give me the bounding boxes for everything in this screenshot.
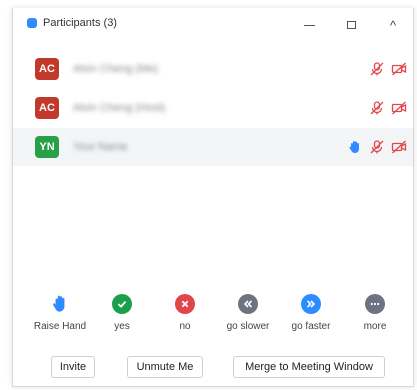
go-slower-button[interactable]: go slower bbox=[213, 294, 283, 332]
app-icon bbox=[27, 18, 37, 28]
mic-muted-icon[interactable] bbox=[369, 61, 385, 77]
reaction-label: go faster bbox=[291, 321, 331, 332]
participant-row[interactable]: AC Alvin Cheng (Host) bbox=[13, 89, 413, 127]
mic-muted-icon[interactable] bbox=[369, 100, 385, 116]
window-title-text: Participants (3) bbox=[43, 17, 117, 29]
bottom-toolbar: Invite Unmute Me Merge to Meeting Window bbox=[13, 356, 413, 380]
participant-row[interactable]: YN Your Name bbox=[13, 128, 413, 166]
raise-hand-button[interactable]: Raise Hand bbox=[25, 294, 95, 332]
merge-to-meeting-window-button[interactable]: Merge to Meeting Window bbox=[233, 356, 385, 378]
participant-list: AC Alvin Cheng (Me) AC Alvin Cheng (Host… bbox=[13, 50, 413, 167]
reaction-label: Raise Hand bbox=[33, 321, 87, 332]
reaction-label: go slower bbox=[226, 321, 270, 332]
minimize-button[interactable] bbox=[301, 18, 317, 32]
x-icon bbox=[175, 294, 195, 314]
participant-status-icons bbox=[369, 61, 407, 77]
invite-button[interactable]: Invite bbox=[51, 356, 95, 378]
more-button[interactable]: more bbox=[340, 294, 410, 332]
reaction-label: more bbox=[363, 321, 387, 332]
more-icon bbox=[365, 294, 385, 314]
go-faster-button[interactable]: go faster bbox=[276, 294, 346, 332]
window-title: Participants (3) bbox=[27, 17, 117, 29]
title-bar: Participants (3) ^ bbox=[13, 8, 413, 36]
rewind-icon bbox=[238, 294, 258, 314]
mic-muted-icon[interactable] bbox=[369, 139, 385, 155]
yes-button[interactable]: yes bbox=[87, 294, 157, 332]
no-button[interactable]: no bbox=[150, 294, 220, 332]
reaction-label: yes bbox=[114, 321, 130, 332]
maximize-button[interactable] bbox=[343, 18, 359, 32]
reaction-bar: Raise Hand yes no go slower go faster mo… bbox=[13, 294, 413, 344]
check-icon bbox=[112, 294, 132, 314]
participants-window: Participants (3) ^ AC Alvin Cheng (Me) A… bbox=[12, 8, 414, 387]
avatar: AC bbox=[35, 58, 59, 80]
raised-hand-icon bbox=[347, 139, 363, 155]
participant-name: Your Name bbox=[73, 141, 128, 153]
unmute-me-button[interactable]: Unmute Me bbox=[127, 356, 203, 378]
participant-row[interactable]: AC Alvin Cheng (Me) bbox=[13, 50, 413, 88]
close-button[interactable]: ^ bbox=[385, 18, 401, 33]
participant-status-icons bbox=[369, 100, 407, 116]
participant-name: Alvin Cheng (Me) bbox=[73, 63, 158, 75]
raise-hand-icon bbox=[50, 294, 70, 314]
reaction-label: no bbox=[179, 321, 191, 332]
video-off-icon[interactable] bbox=[391, 61, 407, 77]
participant-status-icons bbox=[347, 139, 407, 155]
video-off-icon[interactable] bbox=[391, 139, 407, 155]
avatar: YN bbox=[35, 136, 59, 158]
video-off-icon[interactable] bbox=[391, 100, 407, 116]
fast-forward-icon bbox=[301, 294, 321, 314]
avatar: AC bbox=[35, 97, 59, 119]
participant-name: Alvin Cheng (Host) bbox=[73, 102, 166, 114]
